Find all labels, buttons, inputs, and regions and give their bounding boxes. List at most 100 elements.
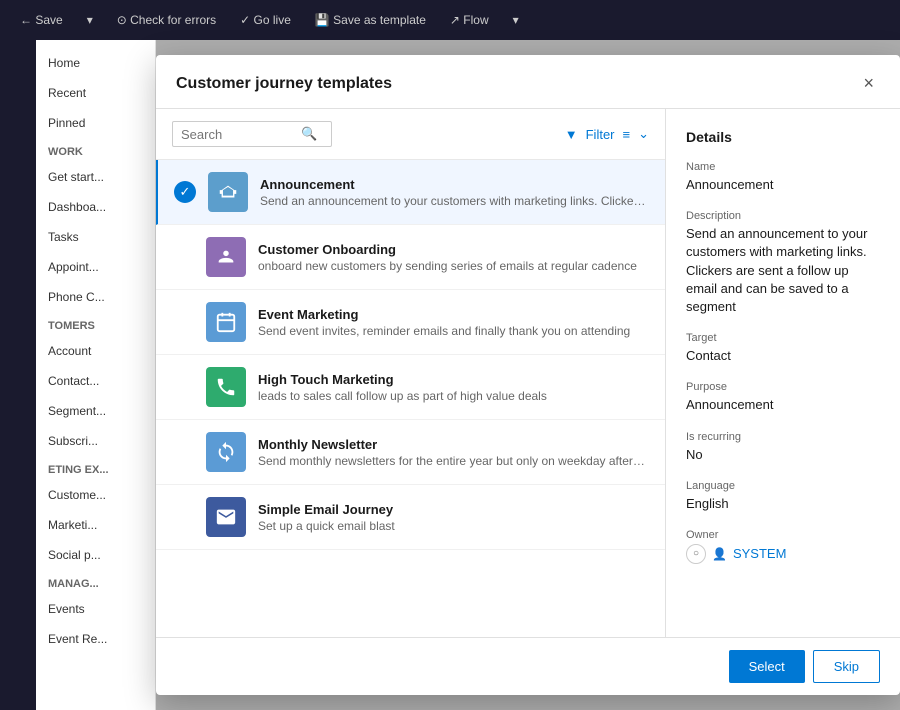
owner-link[interactable]: SYSTEM xyxy=(733,546,786,561)
nav-home[interactable]: Home xyxy=(36,48,155,78)
nav-customer-journeys[interactable]: Custome... xyxy=(36,480,155,510)
search-input[interactable] xyxy=(181,127,301,142)
skip-button[interactable]: Skip xyxy=(813,650,880,683)
flow-dropdown-button[interactable]: ▾ xyxy=(505,9,527,31)
filter-icon: ▼ xyxy=(565,127,578,142)
template-item-monthly-newsletter[interactable]: Monthly Newsletter Send monthly newslett… xyxy=(156,420,665,485)
template-item-customer-onboarding[interactable]: Customer Onboarding onboard new customer… xyxy=(156,225,665,290)
nav-tasks[interactable]: Tasks xyxy=(36,222,155,252)
template-name-event-marketing: Event Marketing xyxy=(258,307,649,322)
detail-field-target: Target Contact xyxy=(686,332,880,365)
template-name-high-touch-marketing: High Touch Marketing xyxy=(258,372,649,387)
nav-social-posts[interactable]: Social p... xyxy=(36,540,155,570)
detail-value-name: Announcement xyxy=(686,176,880,194)
template-selected-check: ✓ xyxy=(174,181,196,203)
main-nav: Home Recent Pinned Work Get start... Das… xyxy=(36,40,156,710)
app-background: ← Save ▾ ⊙ Check for errors ✓ Go live 💾 … xyxy=(0,0,900,710)
owner-row: ○ 👤 SYSTEM xyxy=(686,544,880,564)
template-name-announcement: Announcement xyxy=(260,177,649,192)
template-item-high-touch-marketing[interactable]: High Touch Marketing leads to sales call… xyxy=(156,355,665,420)
filter-controls[interactable]: ▼ Filter ≡ ⌄ xyxy=(565,126,649,142)
template-icon-high-touch-marketing xyxy=(206,367,246,407)
search-input-wrapper[interactable]: 🔍 xyxy=(172,121,332,147)
template-item-simple-email-journey[interactable]: Simple Email Journey Set up a quick emai… xyxy=(156,485,665,550)
detail-label-name: Name xyxy=(686,161,880,173)
template-info-customer-onboarding: Customer Onboarding onboard new customer… xyxy=(258,242,649,273)
template-desc-high-touch-marketing: leads to sales call follow up as part of… xyxy=(258,389,649,403)
modal-header: Customer journey templates × xyxy=(156,55,900,109)
template-name-customer-onboarding: Customer Onboarding xyxy=(258,242,649,257)
detail-value-purpose: Announcement xyxy=(686,396,880,414)
nav-segments[interactable]: Segment... xyxy=(36,396,155,426)
owner-circle-icon: ○ xyxy=(686,544,706,564)
modal-close-button[interactable]: × xyxy=(857,71,880,96)
select-button[interactable]: Select xyxy=(729,650,805,683)
detail-value-recurring: No xyxy=(686,446,880,464)
detail-value-description: Send an announcement to your customers w… xyxy=(686,225,880,316)
nav-marketing-emails[interactable]: Marketi... xyxy=(36,510,155,540)
detail-field-owner: Owner ○ 👤 SYSTEM xyxy=(686,529,880,564)
detail-field-description: Description Send an announcement to your… xyxy=(686,210,880,316)
detail-label-language: Language xyxy=(686,480,880,492)
nav-event-registrations[interactable]: Event Re... xyxy=(36,624,155,654)
go-live-button[interactable]: ✓ Go live xyxy=(232,9,299,31)
template-icon-customer-onboarding xyxy=(206,237,246,277)
customer-journey-templates-modal: Customer journey templates × 🔍 xyxy=(156,55,900,695)
template-name-simple-email-journey: Simple Email Journey xyxy=(258,502,649,517)
owner-person-icon: 👤 xyxy=(712,547,727,561)
nav-work-section: Work xyxy=(36,138,155,162)
detail-field-name: Name Announcement xyxy=(686,161,880,194)
save-button[interactable]: ← Save xyxy=(12,9,71,31)
flow-button[interactable]: ↗ Flow xyxy=(442,9,497,31)
detail-label-target: Target xyxy=(686,332,880,344)
detail-field-recurring: Is recurring No xyxy=(686,431,880,464)
app-header: ← Save ▾ ⊙ Check for errors ✓ Go live 💾 … xyxy=(0,0,900,40)
template-item-announcement[interactable]: ✓ Announcement Send an announcement to y… xyxy=(156,160,665,225)
template-desc-customer-onboarding: onboard new customers by sending series … xyxy=(258,259,649,273)
template-icon-announcement xyxy=(208,172,248,212)
template-desc-event-marketing: Send event invites, reminder emails and … xyxy=(258,324,649,338)
filter-list-icon: ≡ xyxy=(623,127,631,142)
save-as-template-button[interactable]: 💾 Save as template xyxy=(307,9,434,31)
template-info-announcement: Announcement Send an announcement to you… xyxy=(260,177,649,208)
save-dropdown-button[interactable]: ▾ xyxy=(79,9,101,31)
modal-title: Customer journey templates xyxy=(176,75,392,93)
app-layout: Home Recent Pinned Work Get start... Das… xyxy=(0,40,900,710)
detail-field-purpose: Purpose Announcement xyxy=(686,381,880,414)
details-title: Details xyxy=(686,129,880,145)
nav-pinned[interactable]: Pinned xyxy=(36,108,155,138)
modal-body: 🔍 ▼ Filter ≡ ⌄ xyxy=(156,109,900,637)
detail-value-language: English xyxy=(686,495,880,513)
nav-manage-section: manag... xyxy=(36,570,155,594)
template-desc-monthly-newsletter: Send monthly newsletters for the entire … xyxy=(258,454,649,468)
nav-phone-calls[interactable]: Phone C... xyxy=(36,282,155,312)
nav-events[interactable]: Events xyxy=(36,594,155,624)
template-desc-simple-email-journey: Set up a quick email blast xyxy=(258,519,649,533)
modal-overlay: Customer journey templates × 🔍 xyxy=(156,40,900,710)
nav-customers-section: tomers xyxy=(36,312,155,336)
template-list-panel: 🔍 ▼ Filter ≡ ⌄ xyxy=(156,109,666,637)
nav-recent[interactable]: Recent xyxy=(36,78,155,108)
nav-account[interactable]: Account xyxy=(36,336,155,366)
detail-value-target: Contact xyxy=(686,347,880,365)
check-errors-button[interactable]: ⊙ Check for errors xyxy=(109,9,224,31)
nav-get-started[interactable]: Get start... xyxy=(36,162,155,192)
nav-contacts[interactable]: Contact... xyxy=(36,366,155,396)
nav-subscriptions[interactable]: Subscri... xyxy=(36,426,155,456)
nav-appointments[interactable]: Appoint... xyxy=(36,252,155,282)
detail-label-purpose: Purpose xyxy=(686,381,880,393)
sidebar xyxy=(0,40,36,710)
nav-dashboard[interactable]: Dashboa... xyxy=(36,192,155,222)
filter-chevron-icon: ⌄ xyxy=(638,126,649,142)
template-info-monthly-newsletter: Monthly Newsletter Send monthly newslett… xyxy=(258,437,649,468)
content-area: Customer journey templates × 🔍 xyxy=(156,40,900,710)
template-info-event-marketing: Event Marketing Send event invites, remi… xyxy=(258,307,649,338)
modal-footer: Select Skip xyxy=(156,637,900,695)
detail-field-language: Language English xyxy=(686,480,880,513)
filter-label: Filter xyxy=(586,127,615,142)
template-info-simple-email-journey: Simple Email Journey Set up a quick emai… xyxy=(258,502,649,533)
template-item-event-marketing[interactable]: Event Marketing Send event invites, remi… xyxy=(156,290,665,355)
detail-label-recurring: Is recurring xyxy=(686,431,880,443)
template-icon-event-marketing xyxy=(206,302,246,342)
template-icon-monthly-newsletter xyxy=(206,432,246,472)
